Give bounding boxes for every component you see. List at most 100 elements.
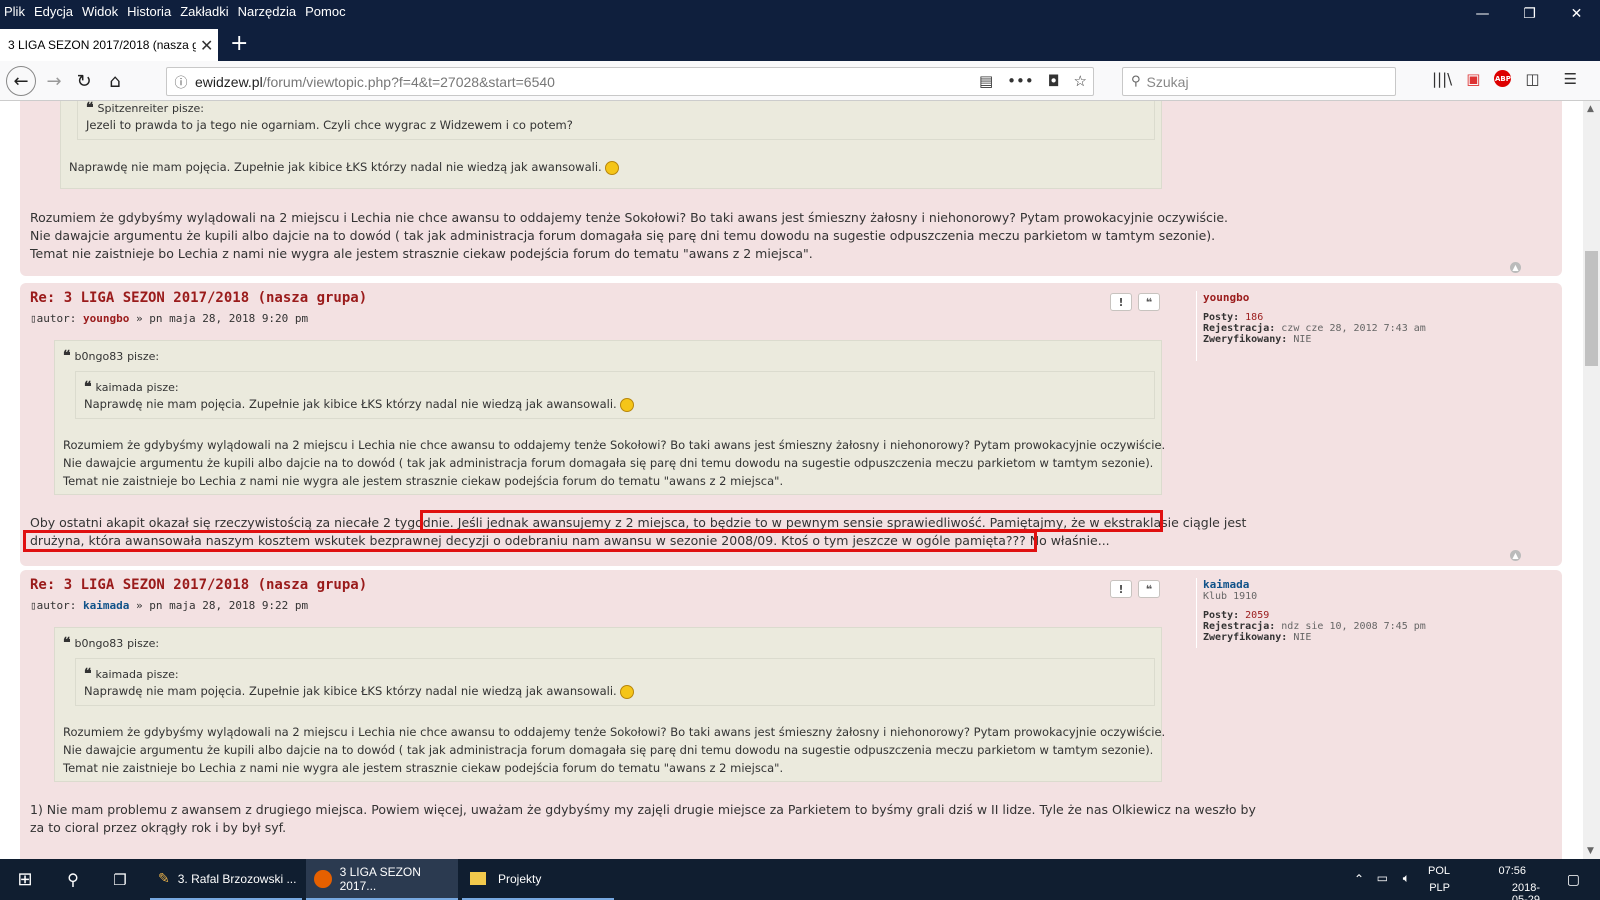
vertical-scrollbar[interactable]: ▲ ▼	[1583, 101, 1600, 859]
verified-label: Zweryfikowany:	[1203, 334, 1288, 345]
sidebar-icon[interactable]: ◫	[1525, 70, 1539, 88]
minimize-button[interactable]: —	[1459, 0, 1506, 28]
tab-title: 3 LIGA SEZON 2017/2018 (nasza gru	[8, 38, 196, 52]
menu-bookmarks[interactable]: Zakładki	[180, 4, 228, 19]
task-view-icon[interactable]: ❐	[105, 859, 135, 900]
quote-block: ❝ Spitzenreiter pisze: Jezeli to prawda t…	[60, 101, 1162, 189]
red-highlight-box	[23, 530, 1037, 552]
back-to-top-icon[interactable]: ▲	[1510, 550, 1521, 561]
taskbar-item-editor[interactable]: ✎ 3. Rafal Brzozowski ...	[150, 859, 302, 900]
scrollbar-thumb[interactable]	[1585, 251, 1598, 366]
profile-name[interactable]: youngbo	[1203, 291, 1426, 304]
reader-view-icon[interactable]: ▤	[979, 72, 993, 90]
profile-registration: Rejestracja: czw cze 28, 2012 7:43 am	[1203, 323, 1426, 334]
search-box[interactable]: ⚲ Szukaj	[1122, 67, 1396, 96]
quote-suffix: pisze:	[171, 102, 204, 115]
quote-suffix: pisze:	[127, 350, 160, 363]
post-author-link[interactable]: kaimada	[83, 599, 129, 612]
tab-close-icon[interactable]: ✕	[200, 36, 213, 55]
report-button[interactable]: !	[1110, 293, 1132, 311]
red-highlight-box	[420, 510, 1163, 532]
pocket-icon[interactable]: ◘	[1048, 72, 1060, 90]
profile-rank: Klub 1910	[1203, 591, 1258, 602]
forward-button[interactable]: →	[40, 67, 68, 95]
language-top[interactable]: POL	[1428, 865, 1450, 877]
tray-expand-icon[interactable]: ⌃	[1354, 872, 1364, 886]
post-title[interactable]: Re: 3 LIGA SEZON 2017/2018 (nasza grupa)	[30, 577, 367, 593]
posts-count[interactable]: 186	[1245, 312, 1263, 323]
menu-view[interactable]: Widok	[82, 4, 118, 19]
restore-button[interactable]: ❐	[1506, 0, 1553, 28]
profile-verified: Zweryfikowany: NIE	[1203, 334, 1426, 345]
bookmark-star-icon[interactable]: ☆	[1074, 72, 1087, 90]
info-icon[interactable]: ⓘ	[167, 72, 195, 91]
reload-button[interactable]: ↻	[70, 67, 98, 95]
back-button[interactable]: ←	[6, 66, 36, 96]
url-domain: ewidzew.pl	[195, 73, 263, 90]
firefox-icon	[314, 869, 332, 888]
menu-edit[interactable]: Edycja	[34, 4, 73, 19]
quote-text-line: Nie dawajcie argumentu że kupili albo da…	[63, 456, 1154, 470]
quote-author: kaimada	[95, 668, 143, 681]
quote-author: b0ngo83	[74, 637, 124, 650]
quote-button[interactable]: ❝	[1138, 293, 1160, 311]
profile-verified: Zweryfikowany: NIE	[1203, 632, 1426, 643]
taskbar-item-firefox[interactable]: 3 LIGA SEZON 2017...	[306, 859, 458, 900]
post-icon: ▯	[30, 599, 37, 612]
report-button[interactable]: !	[1110, 580, 1132, 598]
laughing-smiley-icon	[604, 160, 619, 175]
hamburger-menu-icon[interactable]: ☰	[1564, 70, 1577, 88]
volume-icon[interactable]: 🔈︎	[1403, 871, 1410, 886]
clock-date[interactable]: 2018-05-29	[1512, 882, 1540, 900]
scroll-down-icon[interactable]: ▼	[1587, 846, 1594, 856]
taskbar-item-explorer[interactable]: Projekty	[462, 859, 614, 900]
pocket-list-icon[interactable]: ▣	[1466, 70, 1480, 88]
language-bottom[interactable]: PLP	[1429, 882, 1450, 894]
quote-block: ❝ b0ngo83 pisze: ❝ kaimada pisze: Naprawdę…	[54, 340, 1165, 495]
nested-quote-block: ❝ Spitzenreiter pisze: Jezeli to prawda t…	[77, 101, 1155, 140]
page-actions-icon[interactable]: •••	[1007, 72, 1034, 90]
close-window-button[interactable]: ✕	[1553, 0, 1600, 28]
posts-label: Posty:	[1203, 610, 1240, 621]
window-titlebar: Plik Edycja Widok Historia Zakładki Narz…	[0, 0, 1600, 61]
windows-start-icon[interactable]: ⊞	[10, 859, 40, 900]
menu-file[interactable]: Plik	[4, 4, 25, 19]
reg-date: ndz sie 10, 2008 7:45 pm	[1281, 621, 1426, 632]
post-text-line: za to cioral przez okrągły rok i by był …	[30, 820, 287, 835]
quote-button[interactable]: ❝	[1138, 580, 1160, 598]
browser-tab[interactable]: 3 LIGA SEZON 2017/2018 (nasza gru ✕	[0, 29, 218, 61]
notifications-icon[interactable]: ▢	[1567, 871, 1580, 888]
author-profile: kaimada Klub 1910 Posty: 2059 Rejestracj…	[1196, 578, 1426, 648]
quote-suffix: pisze:	[127, 637, 160, 650]
scroll-up-icon[interactable]: ▲	[1587, 104, 1594, 114]
address-bar[interactable]: ⓘ ewidzew.pl/forum/viewtopic.php?f=4&t=2…	[166, 67, 1094, 96]
post-title[interactable]: Re: 3 LIGA SEZON 2017/2018 (nasza grupa)	[30, 290, 367, 306]
quote-author: kaimada	[95, 381, 143, 394]
reg-label: Rejestracja:	[1203, 323, 1276, 334]
profile-name[interactable]: kaimada	[1203, 578, 1426, 591]
quote-header: ❝ Spitzenreiter pisze:	[86, 101, 204, 116]
new-tab-button[interactable]: +	[230, 31, 248, 56]
posts-count[interactable]: 2059	[1245, 610, 1269, 621]
search-icon: ⚲	[1131, 74, 1141, 89]
search-icon[interactable]: ⚲	[58, 859, 88, 900]
taskbar-item-label: Projekty	[498, 871, 542, 886]
quote-block: ❝ b0ngo83 pisze: ❝ kaimada pisze: Naprawdę…	[54, 627, 1165, 782]
clock-time[interactable]: 07:56	[1498, 865, 1526, 877]
library-icon[interactable]: |||\	[1432, 70, 1452, 88]
meta-prefix: autor:	[36, 599, 77, 612]
editor-app-icon: ✎	[158, 870, 170, 886]
adblock-icon[interactable]: ABP	[1494, 70, 1512, 87]
menu-tools[interactable]: Narzędzia	[238, 4, 297, 19]
post-author-link[interactable]: youngbo	[83, 312, 129, 325]
network-icon[interactable]: ▭	[1377, 871, 1388, 885]
author-profile: youngbo Posty: 186 Rejestracja: czw cze …	[1196, 291, 1426, 361]
quote-text-content: Naprawdę nie mam pojęcia. Zupełnie jak k…	[69, 160, 602, 174]
quote-header: ❝ b0ngo83 pisze:	[63, 635, 160, 651]
menu-help[interactable]: Pomoc	[305, 4, 345, 19]
laughing-smiley-icon	[619, 397, 634, 412]
quote-header: ❝ b0ngo83 pisze:	[63, 348, 160, 364]
menu-history[interactable]: Historia	[127, 4, 171, 19]
back-to-top-icon[interactable]: ▲	[1510, 262, 1521, 273]
home-button[interactable]: ⌂	[101, 67, 129, 95]
